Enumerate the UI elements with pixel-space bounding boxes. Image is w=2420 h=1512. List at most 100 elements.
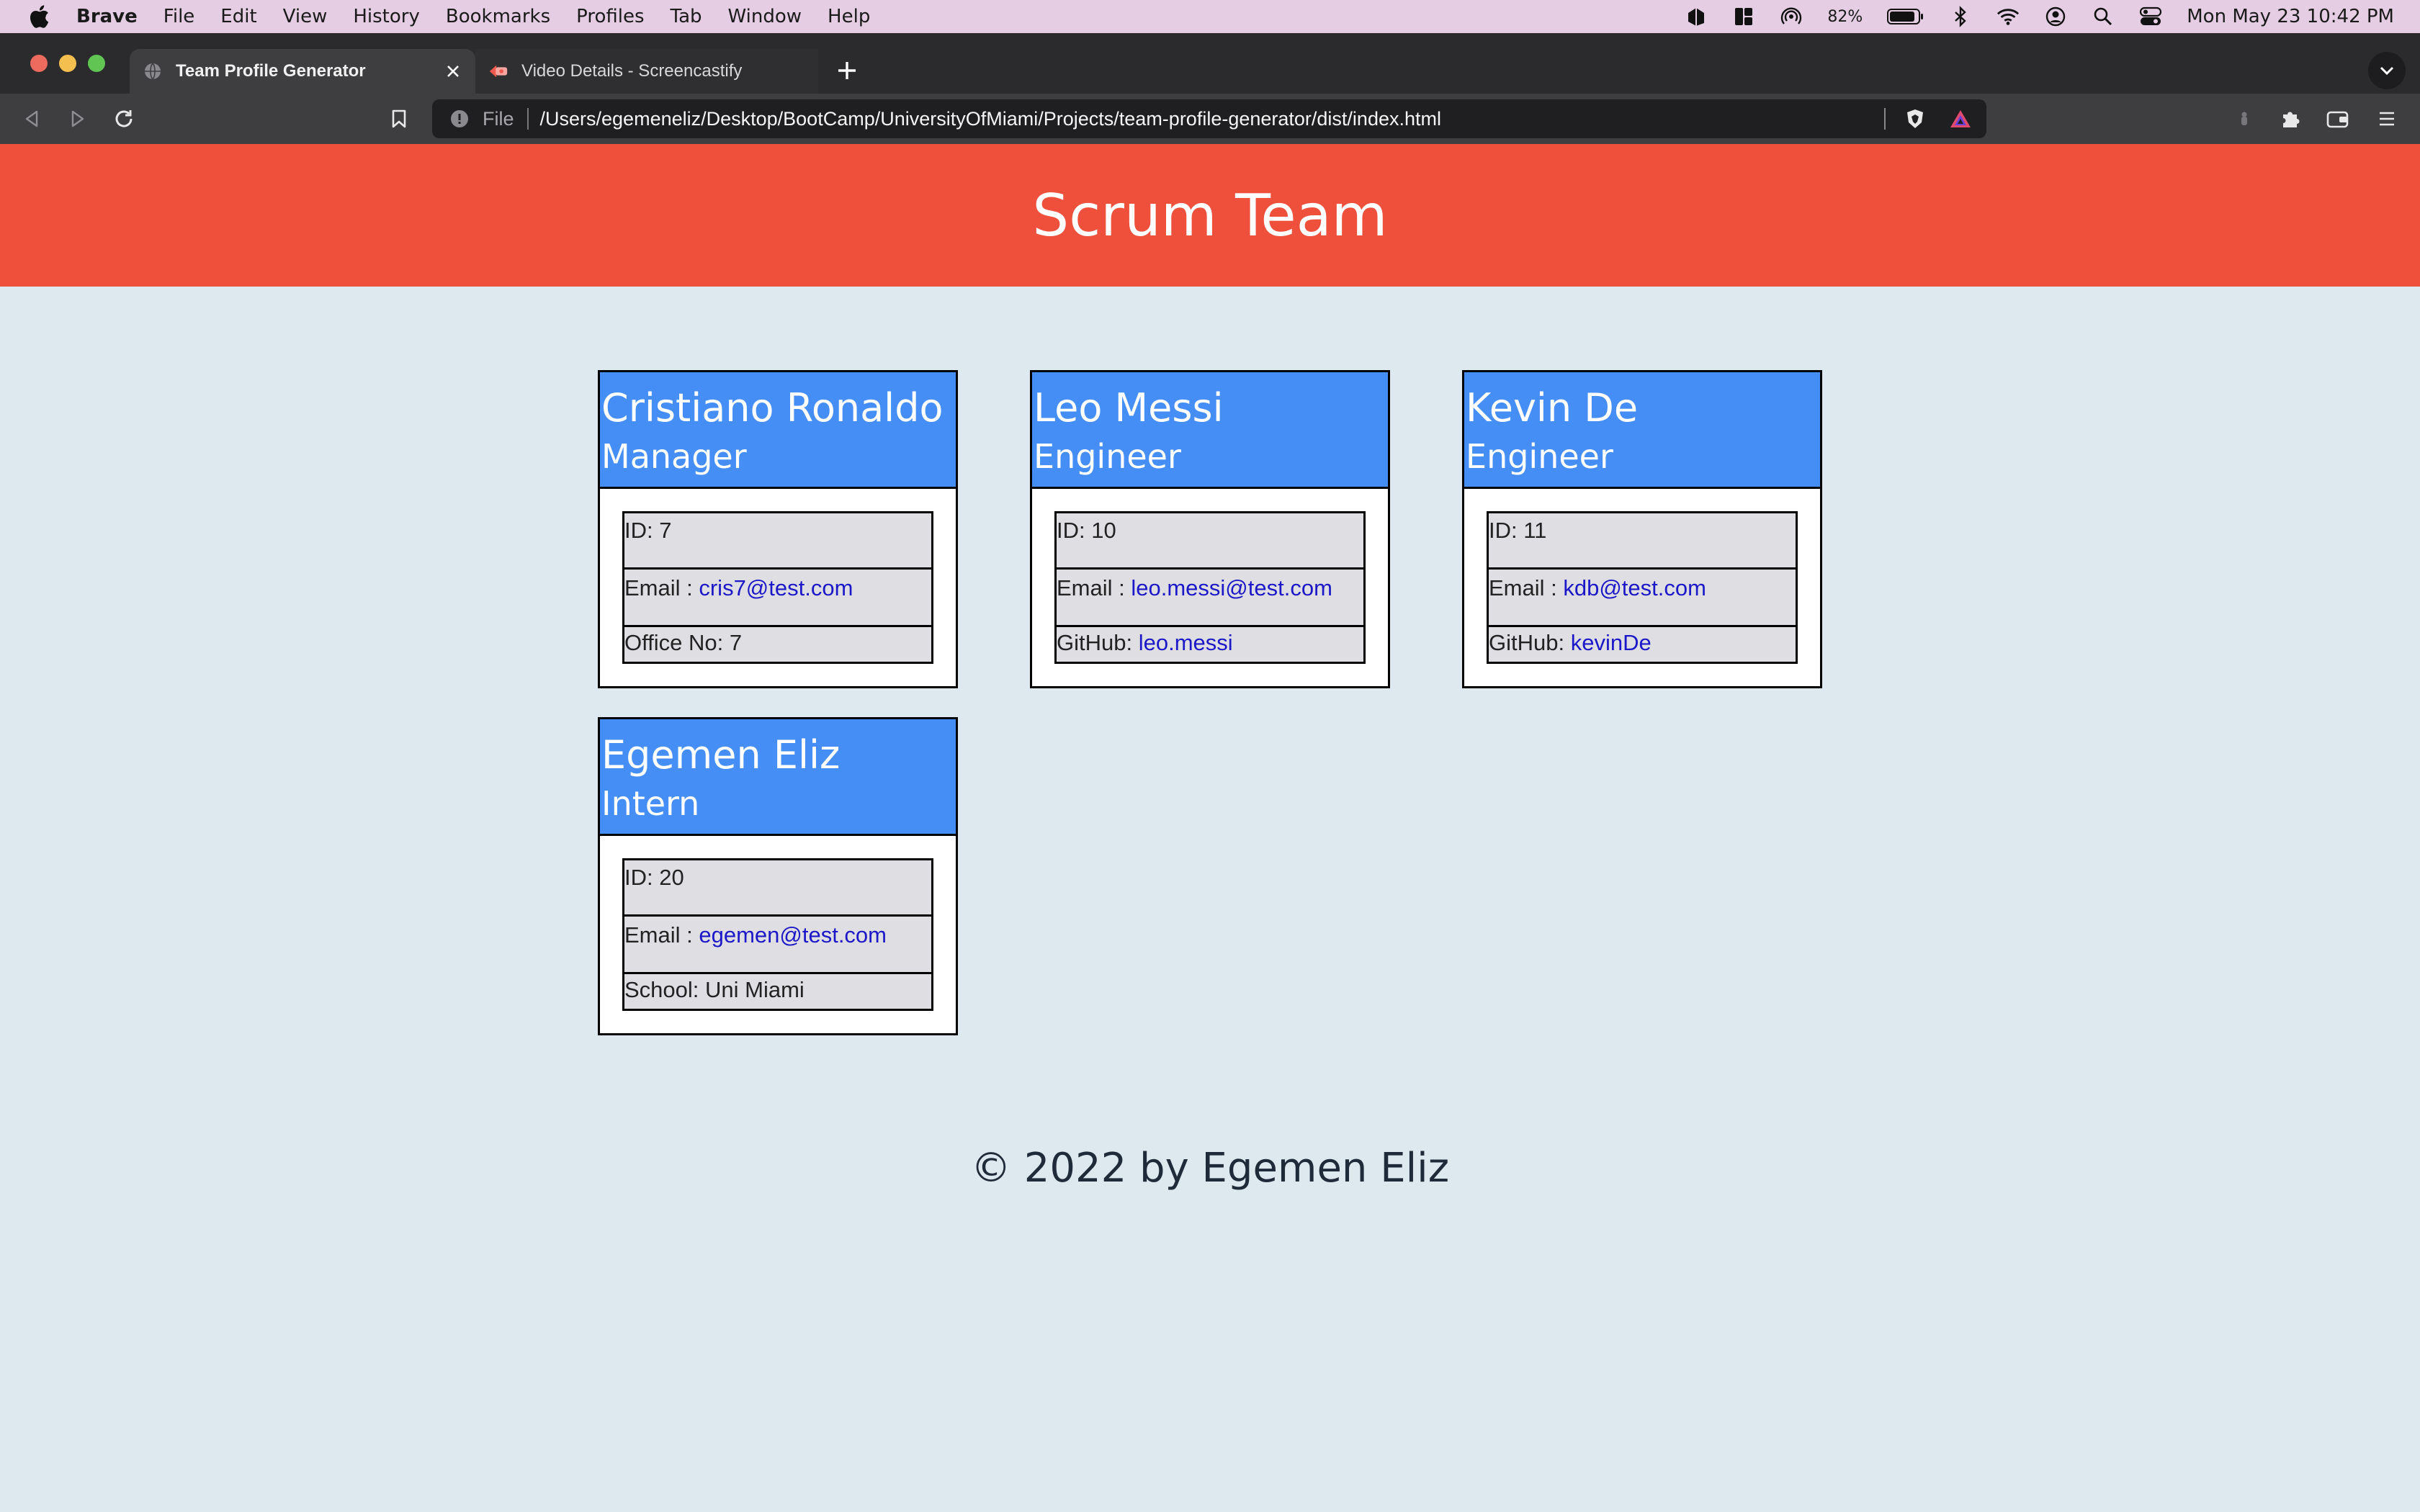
- github-link[interactable]: kevinDe: [1571, 630, 1652, 655]
- menubar-clock[interactable]: Mon May 23 10:42 PM: [2187, 6, 2394, 27]
- menu-history[interactable]: History: [353, 6, 420, 27]
- menu-file[interactable]: File: [163, 6, 195, 27]
- apple-icon[interactable]: [26, 4, 52, 30]
- app-menu-brave[interactable]: Brave: [76, 6, 138, 27]
- employee-role: Engineer: [1034, 437, 1181, 476]
- globe-icon: [143, 61, 163, 81]
- employee-id: ID: 10: [1057, 513, 1363, 570]
- employee-role: Manager: [601, 437, 747, 476]
- info-list: ID: 10 Email : leo.messi@test.com GitHub…: [1054, 511, 1366, 664]
- bluetooth-icon[interactable]: [1949, 5, 1972, 28]
- employee-email-row: Email : egemen@test.com: [624, 917, 931, 974]
- window-close-button[interactable]: [30, 55, 48, 72]
- github-row: GitHub: kevinDe: [1489, 627, 1796, 662]
- email-label: Email :: [1489, 575, 1564, 600]
- tab-bar: Team Profile Generator Video Details - S…: [0, 33, 2420, 94]
- forward-icon[interactable]: [65, 106, 91, 132]
- employee-name: Kevin De: [1466, 385, 1639, 431]
- employee-id: ID: 20: [624, 860, 931, 917]
- email-label: Email :: [624, 922, 699, 948]
- window-layout-icon[interactable]: [1732, 5, 1755, 28]
- omnibox-divider: [1884, 108, 1886, 130]
- hamburger-menu-icon[interactable]: [2374, 106, 2400, 132]
- url-text[interactable]: /Users/egemeneliz/Desktop/BootCamp/Unive…: [540, 108, 1441, 130]
- menu-tab[interactable]: Tab: [671, 6, 702, 27]
- brave-rewards-icon[interactable]: [1949, 108, 1972, 130]
- tab-title: Team Profile Generator: [176, 61, 366, 81]
- card-body: ID: 10 Email : leo.messi@test.com GitHub…: [1032, 489, 1388, 664]
- window-minimize-button[interactable]: [59, 55, 76, 72]
- menu-bar: Brave File Edit View History Bookmarks P…: [0, 0, 2420, 33]
- page-footer: © 2022 by Egemen Eliz: [970, 1145, 1450, 1192]
- app-status-icon[interactable]: [1685, 5, 1708, 28]
- user-account-icon[interactable]: [2044, 5, 2067, 28]
- email-link[interactable]: cris7@test.com: [699, 575, 853, 600]
- tab-team-profile-generator[interactable]: Team Profile Generator: [130, 49, 475, 94]
- menu-view[interactable]: View: [283, 6, 328, 27]
- school-row: School: Uni Miami: [624, 977, 805, 1002]
- status-area: 82% Mon May 23 10:42 PM: [1685, 0, 2394, 33]
- menu-help[interactable]: Help: [828, 6, 870, 27]
- tab-title: Video Details - Screencastify: [521, 61, 743, 81]
- employee-role: Engineer: [1466, 437, 1613, 476]
- email-label: Email :: [1057, 575, 1131, 600]
- github-label: GitHub:: [1057, 630, 1139, 655]
- url-scheme-label: File: [483, 107, 514, 130]
- url-divider: [526, 108, 529, 130]
- new-tab-icon[interactable]: [833, 56, 861, 85]
- page-title: Scrum Team: [1032, 181, 1388, 249]
- battery-icon[interactable]: [1887, 5, 1924, 28]
- email-label: Email :: [624, 575, 699, 600]
- info-list: ID: 20 Email : egemen@test.com School: U…: [622, 858, 933, 1011]
- brave-shields-icon[interactable]: [1904, 108, 1926, 130]
- employee-name: Leo Messi: [1034, 385, 1224, 431]
- wifi-icon[interactable]: [1996, 5, 2020, 28]
- employee-card-engineer: Kevin De Engineer ID: 11 Email : kdb@tes…: [1462, 370, 1822, 688]
- tab-close-icon[interactable]: [442, 60, 464, 82]
- browser-toolbar: File /Users/egemeneliz/Desktop/BootCamp/…: [0, 94, 2420, 144]
- address-bar[interactable]: File /Users/egemeneliz/Desktop/BootCamp/…: [432, 99, 1986, 138]
- employee-id: ID: 7: [624, 513, 931, 570]
- tab-search-chevron-icon[interactable]: [2368, 52, 2406, 89]
- card-header: Kevin De Engineer: [1464, 372, 1820, 489]
- extension-icon[interactable]: [2231, 106, 2257, 132]
- employee-name: Cristiano Ronaldo: [601, 385, 944, 431]
- github-row: GitHub: leo.messi: [1057, 627, 1363, 662]
- employee-role: Intern: [601, 784, 700, 823]
- employee-email-row: Email : leo.messi@test.com: [1057, 570, 1363, 627]
- info-list: ID: 7 Email : cris7@test.com Office No: …: [622, 511, 933, 664]
- wallet-icon[interactable]: [2325, 106, 2351, 132]
- site-info-icon[interactable]: [449, 109, 470, 129]
- card-header: Egemen Eliz Intern: [600, 719, 956, 836]
- employee-email-row: Email : cris7@test.com: [624, 570, 931, 627]
- menu-profiles[interactable]: Profiles: [576, 6, 644, 27]
- card-header: Leo Messi Engineer: [1032, 372, 1388, 489]
- email-link[interactable]: egemen@test.com: [699, 922, 887, 948]
- email-link[interactable]: kdb@test.com: [1563, 575, 1706, 600]
- menu-bookmarks[interactable]: Bookmarks: [446, 6, 550, 27]
- bookmark-icon[interactable]: [386, 106, 412, 132]
- card-header: Cristiano Ronaldo Manager: [600, 372, 956, 489]
- back-icon[interactable]: [19, 106, 45, 132]
- page-header: Scrum Team: [0, 144, 2420, 287]
- tab-video-details[interactable]: Video Details - Screencastify: [475, 49, 818, 94]
- office-number: Office No: 7: [624, 630, 743, 655]
- spotlight-search-icon[interactable]: [2092, 5, 2115, 28]
- screencastify-icon: [488, 61, 508, 81]
- info-list: ID: 11 Email : kdb@test.com GitHub: kevi…: [1487, 511, 1798, 664]
- card-body: ID: 11 Email : kdb@test.com GitHub: kevi…: [1464, 489, 1820, 664]
- web-page: Scrum Team Cristiano Ronaldo Manager ID:…: [0, 144, 2420, 1512]
- card-body: ID: 20 Email : egemen@test.com School: U…: [600, 836, 956, 1011]
- github-link[interactable]: leo.messi: [1139, 630, 1233, 655]
- control-center-icon[interactable]: [2139, 5, 2162, 28]
- email-link[interactable]: leo.messi@test.com: [1131, 575, 1332, 600]
- reload-icon[interactable]: [111, 106, 137, 132]
- menu-edit[interactable]: Edit: [220, 6, 256, 27]
- employee-email-row: Email : kdb@test.com: [1489, 570, 1796, 627]
- employee-card-manager: Cristiano Ronaldo Manager ID: 7 Email : …: [598, 370, 958, 688]
- menu-window[interactable]: Window: [728, 6, 802, 27]
- extensions-puzzle-icon[interactable]: [2277, 106, 2303, 132]
- airdrop-icon[interactable]: [1780, 5, 1803, 28]
- employee-card-engineer: Leo Messi Engineer ID: 10 Email : leo.me…: [1030, 370, 1390, 688]
- window-zoom-button[interactable]: [88, 55, 105, 72]
